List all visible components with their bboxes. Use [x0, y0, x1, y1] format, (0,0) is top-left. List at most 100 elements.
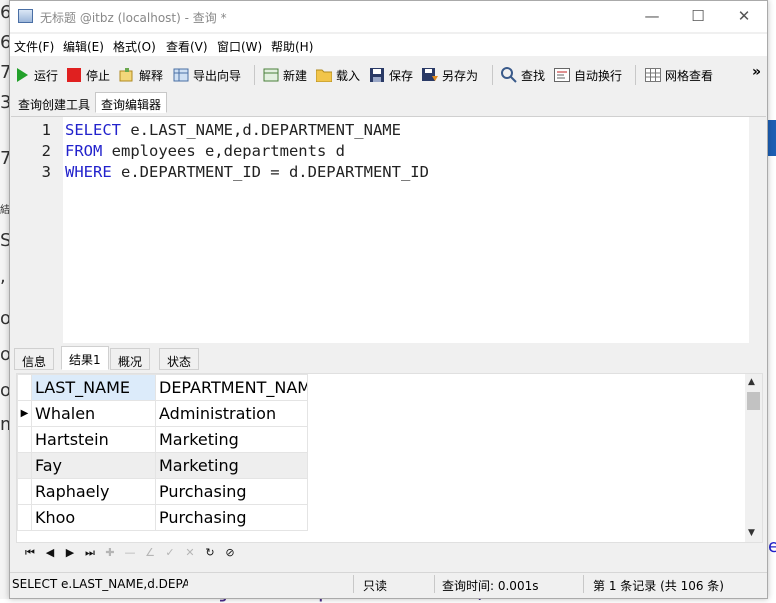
table-cell[interactable]: Fay: [31, 452, 156, 479]
explain-button[interactable]: 解释: [119, 65, 163, 85]
stop-button[interactable]: 停止: [66, 65, 110, 85]
toolbar: 运行 停止 解释 导出向导 新建 载入 保存 另存为 查找 自动换行 网格查看 …: [10, 61, 767, 89]
scroll-up-icon[interactable]: ▲: [748, 377, 755, 387]
status-query-time: 查询时间: 0.001s: [442, 579, 539, 593]
menu-bar: 文件(F) 编辑(E) 格式(O) 查看(V) 窗口(W) 帮助(H): [10, 34, 767, 56]
table-row[interactable]: Hartstein Marketing: [17, 426, 308, 453]
table-row[interactable]: Khoo Purchasing: [17, 504, 308, 531]
save-button[interactable]: 保存: [369, 65, 413, 85]
scroll-thumb[interactable]: [747, 392, 760, 410]
sql-text: employees e,departments d: [102, 142, 345, 160]
menu-edit[interactable]: 编辑(E): [63, 38, 104, 55]
tab-status[interactable]: 状态: [159, 348, 200, 370]
sql-text: e.LAST_NAME,d.DEPARTMENT_NAME: [121, 121, 401, 139]
status-separator: [353, 575, 354, 593]
table-cell[interactable]: Hartstein: [31, 426, 156, 453]
table-row[interactable]: ▶ Whalen Administration: [17, 400, 308, 427]
save-as-label: 另存为: [442, 68, 479, 83]
tab-info[interactable]: 信息: [14, 348, 55, 370]
close-button[interactable]: ✕: [721, 5, 767, 29]
table-cell[interactable]: Khoo: [31, 504, 156, 531]
table-cell[interactable]: Marketing: [155, 426, 308, 453]
title-bar[interactable]: 无标题 @itbz (localhost) - 查询 * — ☐ ✕: [10, 1, 767, 32]
table-cell[interactable]: Administration: [155, 400, 308, 427]
table-header-row: LAST_NAME DEPARTMENT_NAM: [17, 374, 308, 401]
last-record-icon[interactable]: ⏭: [82, 546, 98, 560]
grid-scrollbar[interactable]: ▲ ▼: [745, 374, 762, 542]
table-cell[interactable]: Raphaely: [31, 478, 156, 505]
tab-profile[interactable]: 概况: [110, 348, 151, 370]
table-row[interactable]: Raphaely Purchasing: [17, 478, 308, 505]
export-icon: [173, 67, 189, 83]
table-row[interactable]: Fay Marketing: [17, 452, 308, 479]
sql-editor[interactable]: 1 2 3 SELECT e.LAST_NAME,d.DEPARTMENT_NA…: [11, 116, 766, 343]
result-grid[interactable]: LAST_NAME DEPARTMENT_NAM ▶ Whalen Admini…: [16, 373, 763, 543]
bg-char: ,: [0, 266, 6, 287]
find-button[interactable]: 查找: [501, 65, 545, 85]
row-indicator: [17, 478, 32, 505]
new-button[interactable]: 新建: [263, 65, 307, 85]
edit-record-icon[interactable]: ∠: [142, 546, 158, 559]
discard-icon[interactable]: ✕: [182, 546, 198, 559]
table-cell[interactable]: Marketing: [155, 452, 308, 479]
status-record-count: 第 1 条记录 (共 106 条): [593, 579, 724, 593]
explain-label: 解释: [139, 68, 164, 83]
tab-query-editor[interactable]: 查询编辑器: [95, 92, 168, 113]
save-as-icon: [422, 67, 438, 83]
column-header[interactable]: DEPARTMENT_NAM: [155, 374, 308, 401]
delete-record-icon[interactable]: —: [122, 546, 138, 559]
save-as-button[interactable]: 另存为: [422, 65, 478, 85]
export-wizard-button[interactable]: 导出向导: [173, 65, 241, 85]
stop-icon: [66, 67, 82, 83]
menu-format[interactable]: 格式(O): [113, 38, 156, 55]
maximize-button[interactable]: ☐: [675, 5, 721, 29]
status-readonly: 只读: [363, 579, 388, 593]
new-query-icon: [263, 67, 279, 83]
menu-window[interactable]: 窗口(W): [217, 38, 262, 55]
toolbar-separator: [254, 65, 255, 85]
toolbar-overflow-button[interactable]: »: [752, 62, 761, 82]
word-wrap-label: 自动换行: [574, 68, 623, 83]
line-number: 1: [41, 121, 51, 139]
table-cell[interactable]: Purchasing: [155, 478, 308, 505]
explain-icon: [119, 67, 135, 83]
result-tabs: 信息 结果1 概况 状态: [11, 345, 766, 370]
run-button[interactable]: 运行: [14, 65, 58, 85]
first-record-icon[interactable]: ⏮: [22, 546, 38, 560]
query-window: 无标题 @itbz (localhost) - 查询 * — ☐ ✕ 文件(F)…: [9, 0, 768, 599]
table-cell[interactable]: Whalen: [31, 400, 156, 427]
grid-view-label: 网格查看: [665, 68, 714, 83]
minimize-button[interactable]: —: [629, 5, 675, 29]
menu-help[interactable]: 帮助(H): [271, 38, 313, 55]
load-label: 载入: [336, 68, 361, 83]
record-navigator: ⏮ ◀ ▶ ⏭ ✚ — ∠ ✓ ✕ ↻ ⊘: [16, 544, 763, 564]
toolbar-separator: [635, 65, 636, 85]
run-label: 运行: [34, 68, 59, 83]
prev-record-icon[interactable]: ◀: [42, 546, 58, 559]
grid-view-button[interactable]: 网格查看: [645, 65, 713, 85]
editor-scrollbar[interactable]: [749, 117, 766, 343]
code-line: SELECT e.LAST_NAME,d.DEPARTMENT_NAME: [65, 121, 401, 139]
tab-query-builder[interactable]: 查询创建工具: [12, 92, 96, 113]
panel-tabs: 查询创建工具 查询编辑器: [10, 91, 767, 113]
word-wrap-button[interactable]: 自动换行: [554, 65, 622, 85]
row-indicator: [17, 426, 32, 453]
refresh-icon[interactable]: ↻: [202, 546, 218, 559]
menu-file[interactable]: 文件(F): [14, 38, 54, 55]
menu-view[interactable]: 查看(V): [166, 38, 208, 55]
export-wizard-label: 导出向导: [193, 68, 242, 83]
sql-keyword: FROM: [65, 142, 103, 160]
add-record-icon[interactable]: ✚: [102, 546, 118, 559]
next-record-icon[interactable]: ▶: [62, 546, 78, 559]
table-cell[interactable]: Purchasing: [155, 504, 308, 531]
current-row-arrow-icon: ▶: [17, 400, 32, 427]
scroll-down-icon[interactable]: ▼: [748, 528, 755, 538]
tab-result1[interactable]: 结果1: [61, 346, 109, 370]
background-window-edge: 6 6 7 3 7 結 S , o o o m: [0, 0, 18, 599]
load-button[interactable]: 载入: [316, 65, 360, 85]
apply-icon[interactable]: ✓: [162, 546, 178, 559]
stop-refresh-icon[interactable]: ⊘: [222, 546, 238, 559]
save-label: 保存: [389, 68, 414, 83]
column-header[interactable]: LAST_NAME: [31, 374, 156, 401]
status-separator: [434, 575, 435, 593]
